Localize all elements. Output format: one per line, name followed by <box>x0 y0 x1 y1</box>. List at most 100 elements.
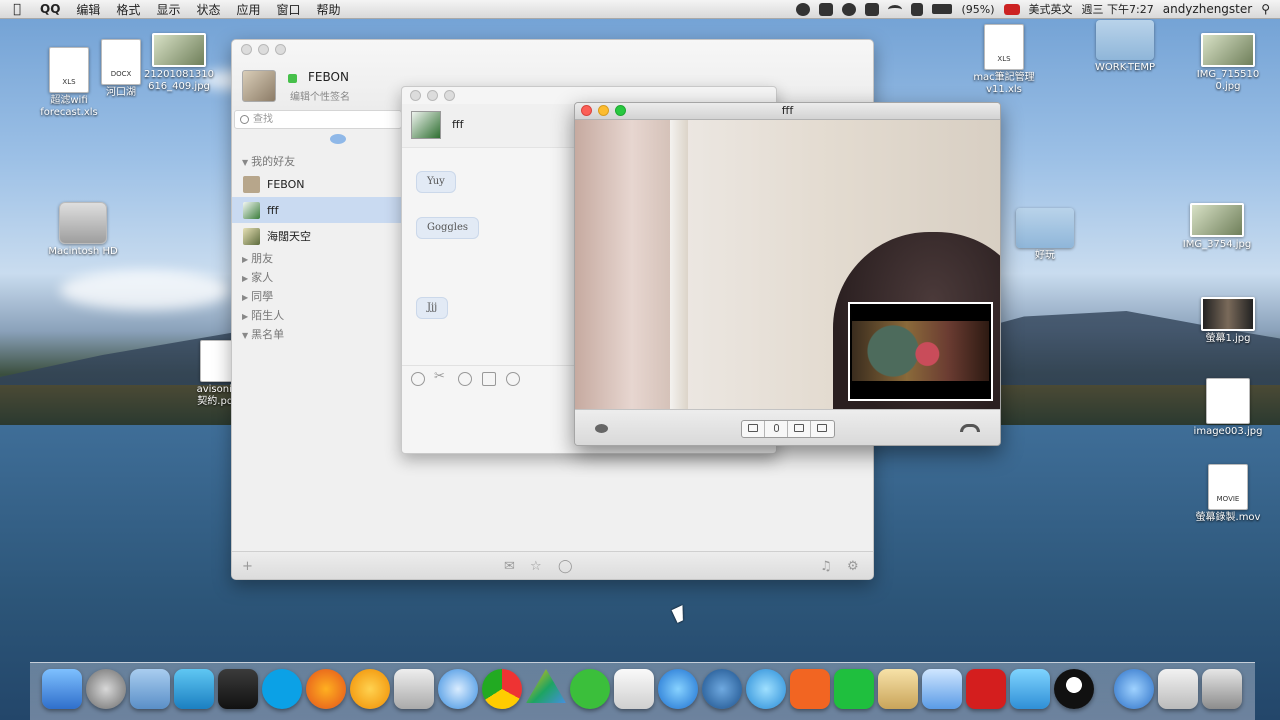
group-my-friends[interactable]: ▼ 我的好友 <box>232 152 402 171</box>
menu-format[interactable]: 格式 <box>108 1 148 18</box>
contact-febon[interactable]: FEBON <box>232 171 402 197</box>
add-icon[interactable]: + <box>242 559 253 574</box>
avatar[interactable] <box>411 111 441 139</box>
camera-switch-button[interactable] <box>742 421 765 437</box>
drive-sync-icon[interactable] <box>819 2 834 16</box>
spotlight-icon[interactable]: ⚲ <box>1261 2 1270 16</box>
share-screen-button[interactable] <box>811 421 834 437</box>
menu-help[interactable]: 帮助 <box>309 1 349 18</box>
qq-penguin-icon[interactable] <box>796 2 811 16</box>
app-menu[interactable]: QQ <box>34 2 68 16</box>
conversation-tab-icon[interactable] <box>330 134 346 144</box>
online-status-icon[interactable] <box>288 74 297 83</box>
safari-icon[interactable] <box>438 669 478 709</box>
local-video-preview[interactable] <box>848 302 993 401</box>
group-friends[interactable]: ▶ 朋友 <box>232 249 402 268</box>
input-source[interactable]: 美式英文 <box>1029 1 1073 17</box>
desktop-folder-fun[interactable]: 好玩 <box>1000 208 1090 262</box>
system-monitor-icon[interactable] <box>218 669 258 709</box>
desktop-file-mac-xls[interactable]: XLS mac筆記管理 v11.xls <box>959 24 1049 96</box>
hang-up-icon[interactable] <box>960 424 980 432</box>
battery-percent[interactable]: (95%) <box>961 3 994 16</box>
flag-icon[interactable] <box>1003 3 1020 15</box>
font-app-icon[interactable] <box>922 669 962 709</box>
desktop-file-img-7155[interactable]: IMG_715510 0.jpg <box>1183 33 1273 93</box>
firefox-icon[interactable] <box>306 669 346 709</box>
skype-icon[interactable] <box>262 669 302 709</box>
star-icon[interactable]: ☆ <box>530 559 542 574</box>
p-app-icon[interactable] <box>790 669 830 709</box>
chat-bubble-icon[interactable]: ◯ <box>558 559 573 574</box>
notes-paper-icon[interactable] <box>614 669 654 709</box>
search-input[interactable]: 查找 <box>234 110 402 129</box>
documents-stack-icon[interactable] <box>1158 669 1198 709</box>
signature-field[interactable]: 编辑个性签名 <box>290 88 350 103</box>
zoom-button[interactable] <box>444 90 455 101</box>
minimize-button[interactable] <box>258 44 269 55</box>
search-q-icon[interactable] <box>746 669 786 709</box>
dragon-ball-icon[interactable] <box>350 669 390 709</box>
apple-menu-icon[interactable]:  <box>0 2 34 17</box>
minimize-button[interactable] <box>598 105 609 116</box>
group-strangers[interactable]: ▶ 陌生人 <box>232 306 402 325</box>
zoom-button[interactable] <box>615 105 626 116</box>
volume-icon[interactable]: ♫ <box>820 559 832 574</box>
google-drive-icon[interactable] <box>526 669 566 703</box>
desktop-file-screen1[interactable]: 螢幕1.jpg <box>1183 297 1273 345</box>
desktop-macintosh-hd[interactable]: Macintosh HD <box>38 202 128 258</box>
desktop-file-image003[interactable]: image003.jpg <box>1183 378 1273 438</box>
launchpad-icon[interactable] <box>86 669 126 709</box>
qq-penguin-icon[interactable] <box>1054 669 1094 709</box>
gear-icon[interactable]: ⚙ <box>847 559 859 574</box>
finder-icon[interactable] <box>42 669 82 709</box>
desktop-file-movie[interactable]: MOVIE 螢幕錄製.mov <box>1183 464 1273 524</box>
quicktime-icon[interactable] <box>702 669 742 709</box>
chrome-icon[interactable] <box>482 669 522 709</box>
hand-app-icon[interactable] <box>174 669 214 709</box>
acrobat-icon[interactable] <box>966 669 1006 709</box>
user-name[interactable]: andyzhengster <box>1163 2 1252 16</box>
group-classmates[interactable]: ▶ 同學 <box>232 287 402 306</box>
menu-view[interactable]: 显示 <box>148 1 188 18</box>
contacts-people-icon[interactable] <box>1010 669 1050 709</box>
itunes-icon[interactable] <box>658 669 698 709</box>
menu-status[interactable]: 状态 <box>188 1 228 18</box>
minimize-button[interactable] <box>427 90 438 101</box>
emoji-icon[interactable] <box>411 372 425 386</box>
clock[interactable]: 週三 下午7:27 <box>1082 1 1154 17</box>
desktop-folder-work-temp[interactable]: WORK-TEMP <box>1080 20 1170 74</box>
close-button[interactable] <box>410 90 421 101</box>
battery-icon[interactable] <box>932 4 953 14</box>
excel-x-icon[interactable] <box>834 669 874 709</box>
chat-bubble-icon[interactable] <box>595 424 608 433</box>
mail-icon[interactable]: ✉ <box>504 559 515 574</box>
fullscreen-button[interactable] <box>788 421 811 437</box>
trash-icon[interactable] <box>1202 669 1242 709</box>
menu-edit[interactable]: 编辑 <box>68 1 108 18</box>
menu-window[interactable]: 窗口 <box>268 1 308 18</box>
contact-fff[interactable]: fff <box>232 197 402 223</box>
desktop-file-img-3754[interactable]: IMG_3754.jpg <box>1172 203 1262 251</box>
contact-haikuotiankong[interactable]: 海闊天空 <box>232 223 402 249</box>
group-family[interactable]: ▶ 家人 <box>232 268 402 287</box>
avatar[interactable] <box>242 70 276 102</box>
display-icon[interactable] <box>865 2 880 16</box>
scissors-icon[interactable]: ✂ <box>434 369 448 384</box>
fun-app-icon[interactable] <box>394 669 434 709</box>
desktop-file-jpg[interactable]: 21201081310 616_409.jpg <box>134 33 224 93</box>
zoom-button[interactable] <box>275 44 286 55</box>
close-button[interactable] <box>581 105 592 116</box>
skype-icon[interactable] <box>842 2 857 16</box>
archive-utility-icon[interactable] <box>878 669 918 709</box>
app-store-icon[interactable] <box>1114 669 1154 709</box>
volume-icon[interactable] <box>911 2 924 16</box>
group-blacklist[interactable]: ▼ 黑名单 <box>232 325 402 344</box>
microphone-button[interactable] <box>765 421 788 437</box>
menu-apps[interactable]: 应用 <box>228 1 268 18</box>
screenshot-icon[interactable] <box>458 372 472 386</box>
wifi-icon[interactable] <box>888 4 903 14</box>
image-icon[interactable] <box>482 372 496 386</box>
history-clock-icon[interactable] <box>506 372 520 386</box>
applications-folder-icon[interactable] <box>130 669 170 709</box>
close-button[interactable] <box>241 44 252 55</box>
